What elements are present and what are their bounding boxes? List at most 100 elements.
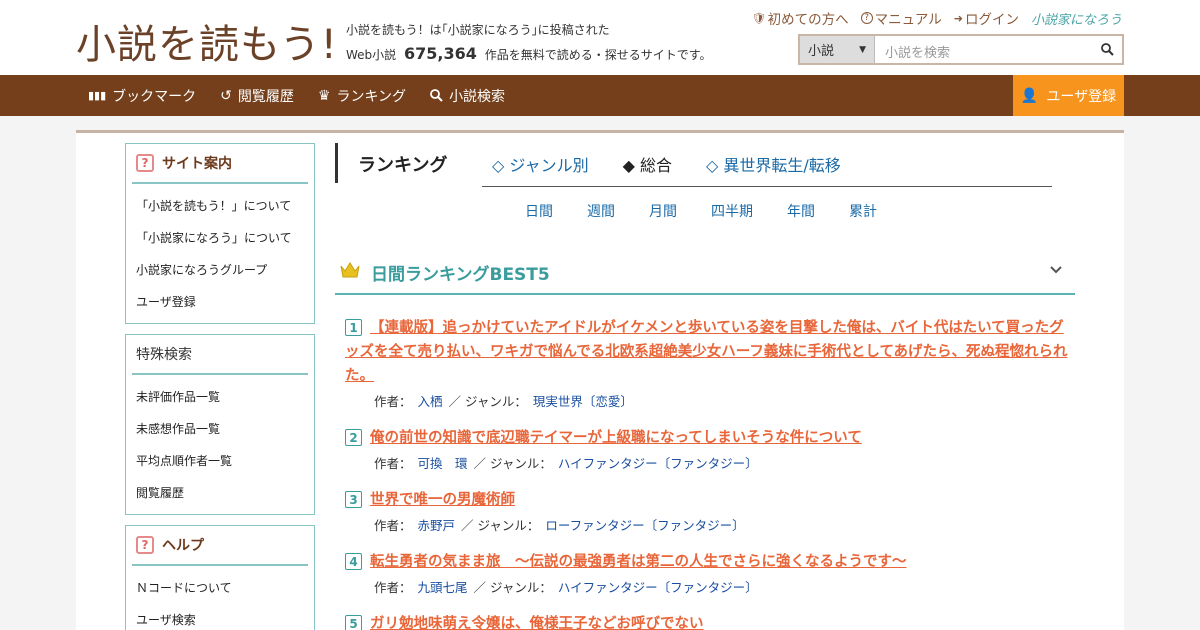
special-search-item[interactable]: 未感想作品一覧 <box>126 413 314 445</box>
ranking-entry: 5 ガリ勉地味萌え令嬢は、俺様王子などお呼びでない <box>345 612 1075 630</box>
login-link[interactable]: ➜ ログイン <box>953 8 1019 29</box>
ranking-periods: 日間 週間 月間 四半期 年間 累計 <box>525 201 877 221</box>
tabs-divider <box>482 186 1052 187</box>
chevron-down-icon[interactable] <box>1048 262 1064 278</box>
author-label: 作者： <box>374 456 412 471</box>
rank-number: 2 <box>345 429 362 446</box>
search-button[interactable] <box>1092 36 1122 63</box>
best5-title: 日間ランキングBEST5 <box>371 265 550 285</box>
novel-meta: 作者： 赤野戸 ／ ジャンル： ローファンタジー〔ファンタジー〕 <box>345 515 1075 534</box>
period-yearly[interactable]: 年間 <box>787 201 815 221</box>
novel-title-link[interactable]: 俺の前世の知識で底辺職テイマーが上級職になってしまいそうな件について <box>370 430 862 446</box>
manual-link[interactable]: ? マニュアル <box>860 8 942 28</box>
special-search-heading: 特殊検索 <box>132 335 308 375</box>
question-icon: ? <box>136 154 154 172</box>
period-daily[interactable]: 日間 <box>525 201 553 221</box>
first-time-label: 初めての方へ <box>767 12 849 28</box>
special-search-box: 特殊検索 未評価作品一覧 未感想作品一覧 平均点順作者一覧 閲覧履歴 <box>125 334 315 515</box>
ranking-entry: 1 【連載版】追っかけていたアイドルがイケメンと歩いている姿を目撃した俺は、バイト… <box>345 316 1075 410</box>
nav-history[interactable]: ↺ 閲覧履歴 <box>220 86 294 106</box>
login-label: ログイン <box>964 12 1019 28</box>
search-category-select[interactable]: 小説 ▼ <box>800 36 875 63</box>
rank-number: 3 <box>345 491 362 508</box>
search-input[interactable]: 小説を検索 <box>875 36 1092 63</box>
special-search-item[interactable]: 平均点順作者一覧 <box>126 445 314 477</box>
rank-number: 5 <box>345 615 362 630</box>
novel-meta: 作者： 入栖 ／ ジャンル： 現実世界〔恋愛〕 <box>345 391 1075 410</box>
shield-icon: 🛡 <box>751 11 766 25</box>
novel-title-link[interactable]: ガリ勉地味萌え令嬢は、俺様王子などお呼びでない <box>370 616 704 630</box>
narou-logo-link[interactable]: 小説家になろう <box>1031 9 1122 28</box>
site-guide-heading: ? サイト案内 <box>132 144 308 184</box>
author-link[interactable]: 赤野戸 <box>418 518 456 533</box>
special-search-item[interactable]: 未評価作品一覧 <box>126 381 314 413</box>
ranking-entry: 2 俺の前世の知識で底辺職テイマーが上級職になってしまいそうな件について 作者： 可… <box>345 426 1075 472</box>
nav-bookmark-label: ブックマーク <box>112 88 197 105</box>
site-guide-box: ? サイト案内 「小説を読もう！」について 「小説家になろう」について 小説家にな… <box>125 143 315 324</box>
nav-search[interactable]: 小説検索 <box>430 86 505 106</box>
search-category-value: 小説 <box>808 44 835 59</box>
special-search-item[interactable]: 閲覧履歴 <box>126 477 314 509</box>
author-link[interactable]: 九頭七尾 <box>418 580 468 595</box>
site-logo[interactable]: 小説を読もう! <box>76 12 338 70</box>
ranking-title: ランキング <box>358 155 448 176</box>
help-box: ? ヘルプ Ｎコードについて ユーザ検索 <box>125 525 315 630</box>
ranking-tabs: ◇ ジャンル別 ◆ 総合 ◇ 異世界転生/転移 <box>492 152 841 176</box>
help-title: ヘルプ <box>162 538 204 554</box>
site-guide-item[interactable]: 小説家になろうグループ <box>126 254 314 286</box>
genre-link[interactable]: ハイファンタジー〔ファンタジー〕 <box>558 456 758 471</box>
nav-bookmark[interactable]: ▮▮▮ ブックマーク <box>88 86 196 106</box>
register-label: ユーザ登録 <box>1046 88 1117 105</box>
first-time-link[interactable]: 🛡 初めての方へ <box>751 8 849 29</box>
genre-link[interactable]: ローファンタジー〔ファンタジー〕 <box>545 518 744 533</box>
help-item[interactable]: ユーザ検索 <box>126 604 314 630</box>
author-label: 作者： <box>374 580 412 595</box>
top-links: 🛡 初めての方へ ? マニュアル ➜ ログイン 小説家になろう <box>751 8 1122 29</box>
novel-title-link[interactable]: 【連載版】追っかけていたアイドルがイケメンと歩いている姿を目撃した俺は、バイト代… <box>345 320 1068 384</box>
tab-isekai[interactable]: ◇ 異世界転生/転移 <box>706 152 841 176</box>
site-guide-item[interactable]: ユーザ登録 <box>126 286 314 318</box>
novel-title-link[interactable]: 世界で唯一の男魔術師 <box>370 492 515 508</box>
user-icon: 👤 <box>1020 87 1039 104</box>
main-nav: ▮▮▮ ブックマーク ↺ 閲覧履歴 ♛ ランキング 小説検索 👤 ユーザ登録 <box>0 75 1200 116</box>
tab-genre[interactable]: ◇ ジャンル別 <box>492 152 589 176</box>
nav-ranking[interactable]: ♛ ランキング <box>318 86 406 106</box>
author-link[interactable]: 入栖 <box>418 394 443 409</box>
genre-label: ／ ジャンル： <box>461 518 540 533</box>
site-guide-item[interactable]: 「小説を読もう！」について <box>126 190 314 222</box>
period-quarterly[interactable]: 四半期 <box>711 201 753 221</box>
help-item[interactable]: Ｎコードについて <box>126 572 314 604</box>
site-tagline: 小説を読もう！は｢小説家になろう｣に投稿された Web小説 675,364 作品… <box>346 18 712 67</box>
work-count: 675,364 <box>404 44 477 63</box>
search-bar: 小説 ▼ 小説を検索 <box>798 34 1124 65</box>
tab-overall[interactable]: ◆ 総合 <box>623 152 672 176</box>
tagline-line2: Web小説 675,364 作品を無料で読める・探せるサイトです。 <box>346 42 712 67</box>
tagline-prefix: Web小説 <box>346 48 397 62</box>
novel-meta: 作者： 九頭七尾 ／ ジャンル： ハイファンタジー〔ファンタジー〕 <box>345 577 1075 596</box>
site-guide-item[interactable]: 「小説家になろう」について <box>126 222 314 254</box>
nav-history-label: 閲覧履歴 <box>237 88 294 105</box>
help-heading: ? ヘルプ <box>132 526 308 566</box>
period-monthly[interactable]: 月間 <box>649 201 677 221</box>
register-button[interactable]: 👤 ユーザ登録 <box>1013 75 1124 116</box>
crown-icon <box>340 262 360 278</box>
period-total[interactable]: 累計 <box>849 201 877 221</box>
ranking-title-bar <box>335 143 338 183</box>
help-circle-icon: ? <box>860 12 873 24</box>
period-weekly[interactable]: 週間 <box>587 201 615 221</box>
author-label: 作者： <box>374 394 412 409</box>
rank-number: 1 <box>345 319 362 336</box>
novel-meta: 作者： 可換 環 ／ ジャンル： ハイファンタジー〔ファンタジー〕 <box>345 453 1075 472</box>
ranking-entry: 3 世界で唯一の男魔術師 作者： 赤野戸 ／ ジャンル： ローファンタジー〔ファンタジー… <box>345 488 1075 534</box>
manual-label: マニュアル <box>874 12 942 28</box>
genre-link[interactable]: 現実世界〔恋愛〕 <box>533 394 633 409</box>
history-icon: ↺ <box>220 87 232 104</box>
ranking-entry: 4 転生勇者の気まま旅 ～伝説の最強勇者は第二の人生でさらに強くなるようです～ 作… <box>345 550 1075 596</box>
genre-label: ／ ジャンル： <box>473 456 552 471</box>
tagline-line1: 小説を読もう！は｢小説家になろう｣に投稿された <box>346 23 610 37</box>
author-label: 作者： <box>374 518 412 533</box>
novel-title-link[interactable]: 転生勇者の気まま旅 ～伝説の最強勇者は第二の人生でさらに強くなるようです～ <box>370 554 907 570</box>
login-icon: ➜ <box>953 11 963 25</box>
genre-link[interactable]: ハイファンタジー〔ファンタジー〕 <box>558 580 758 595</box>
author-link[interactable]: 可換 環 <box>418 456 468 471</box>
